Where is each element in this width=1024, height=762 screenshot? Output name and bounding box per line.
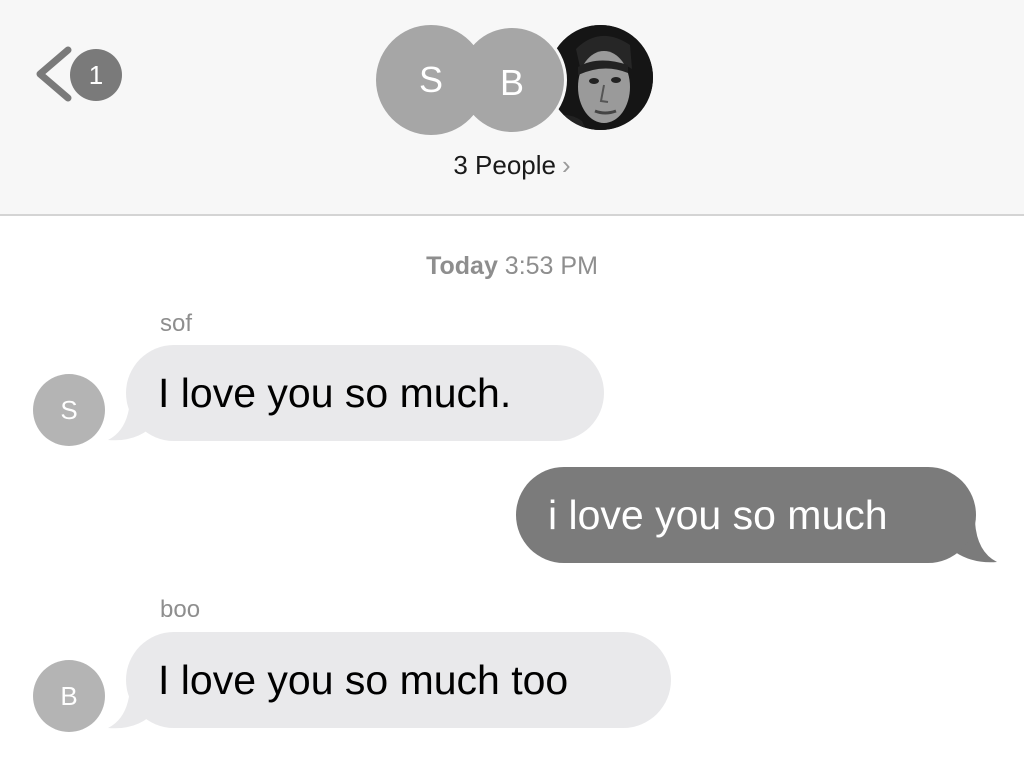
participant-avatar-s[interactable]: S [376, 25, 486, 135]
unread-count-badge[interactable]: 1 [70, 49, 122, 101]
sender-avatar[interactable]: S [33, 374, 105, 446]
chevron-right-icon: › [561, 150, 571, 180]
group-details-link[interactable]: 3 People › [0, 150, 1024, 181]
timestamp-day: Today [426, 252, 498, 280]
sender-name: sof [160, 310, 193, 337]
sender-avatar[interactable]: B [33, 660, 105, 732]
timestamp-time: 3:53 PM [504, 252, 598, 280]
message-bubble-incoming[interactable]: I love you so much. [126, 345, 604, 441]
conversation-header: 1 S B 3 People › [0, 0, 1024, 216]
message-timestamp: Today 3:53 PM [0, 252, 1024, 281]
sender-name: boo [160, 596, 201, 623]
message-bubble-outgoing[interactable]: i love you so much [516, 467, 976, 563]
message-bubble-incoming[interactable]: I love you so much too [126, 632, 671, 728]
group-label-text: 3 People [453, 150, 556, 180]
